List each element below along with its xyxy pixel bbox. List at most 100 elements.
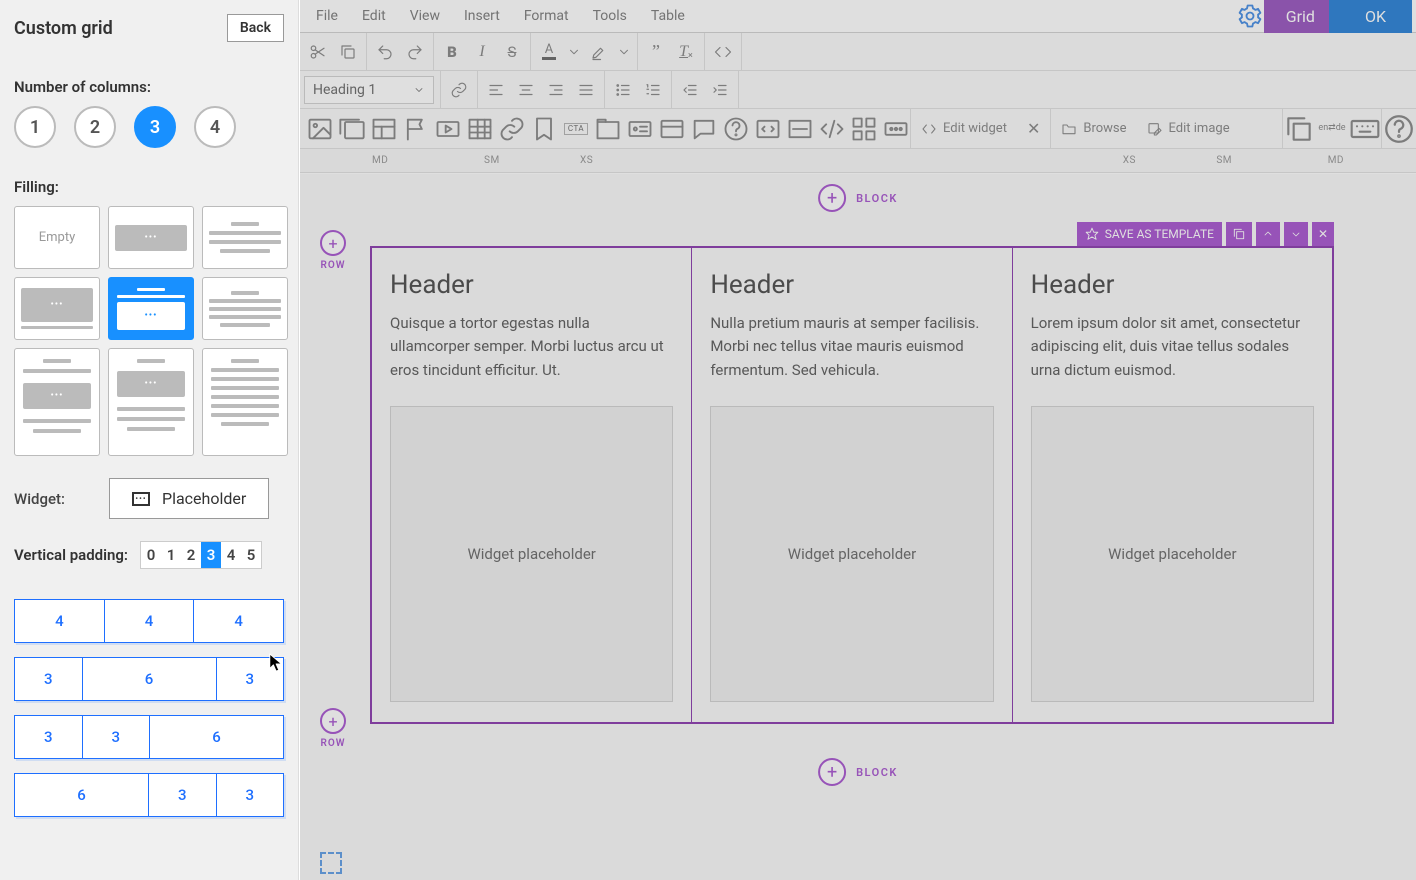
insert-hr-button[interactable] — [786, 115, 814, 143]
menu-table[interactable]: Table — [639, 8, 697, 24]
vpad-2[interactable]: 2 — [181, 542, 201, 568]
insert-tabs-button[interactable] — [594, 115, 622, 143]
code-view-button[interactable] — [711, 40, 735, 64]
back-button[interactable]: Back — [227, 14, 284, 42]
italic-button[interactable]: I — [470, 40, 494, 64]
col1-placeholder[interactable]: Widget placeholder — [390, 406, 673, 702]
filling-tall-2[interactable]: ••• — [108, 348, 194, 456]
filling-tall-3[interactable] — [202, 348, 288, 456]
menu-view[interactable]: View — [398, 8, 452, 24]
duplicate-button[interactable] — [1283, 113, 1315, 145]
bullet-list-button[interactable] — [611, 78, 635, 102]
vpad-3[interactable]: 3 — [201, 542, 221, 568]
widget-select[interactable]: ••• Placeholder — [109, 478, 269, 519]
add-block-top-button[interactable]: + — [818, 184, 846, 212]
insert-help-button[interactable] — [722, 115, 750, 143]
heading-select[interactable]: Heading 1 — [304, 76, 434, 104]
menu-tools[interactable]: Tools — [581, 8, 639, 24]
grid-variant-336[interactable]: 3 3 6 — [14, 715, 284, 759]
add-row-top-button[interactable]: + — [320, 230, 346, 256]
indent-button[interactable] — [708, 78, 732, 102]
filling-header-image[interactable]: ••• — [108, 277, 194, 340]
column-opt-3[interactable]: 3 — [134, 106, 176, 148]
filling-image-only[interactable]: ••• — [108, 206, 194, 269]
edit-widget-button[interactable]: Edit widget — [911, 121, 1017, 137]
help-button[interactable] — [1382, 112, 1416, 146]
keyboard-button[interactable] — [1349, 113, 1381, 145]
row-move-down-button[interactable] — [1284, 222, 1308, 246]
menu-edit[interactable]: Edit — [350, 8, 398, 24]
copy-button[interactable] — [336, 40, 360, 64]
insert-link-button[interactable] — [498, 115, 526, 143]
insert-comment-button[interactable] — [690, 115, 718, 143]
column-opt-2[interactable]: 2 — [74, 106, 116, 148]
redo-button[interactable] — [403, 40, 427, 64]
insert-bookmark-button[interactable] — [530, 115, 558, 143]
insert-flag-button[interactable] — [402, 115, 430, 143]
grid-row[interactable]: Header Quisque a tortor egestas nulla ul… — [370, 246, 1334, 724]
grid-mode-button[interactable]: Grid — [1264, 0, 1329, 33]
blockquote-button[interactable]: ” — [644, 40, 668, 64]
grid-variant-363[interactable]: 3 6 3 — [14, 657, 284, 701]
col3-placeholder[interactable]: Widget placeholder — [1031, 406, 1314, 702]
grid-column-1[interactable]: Header Quisque a tortor egestas nulla ul… — [372, 248, 692, 722]
selection-tool[interactable] — [320, 852, 342, 874]
bold-button[interactable]: B — [440, 40, 464, 64]
edit-widget-close[interactable]: ✕ — [1017, 119, 1050, 138]
highlight-button[interactable] — [587, 40, 611, 64]
row-delete-button[interactable]: ✕ — [1312, 222, 1334, 246]
numbered-list-button[interactable] — [641, 78, 665, 102]
translate-button[interactable]: en⇄de — [1315, 124, 1349, 133]
vpad-5[interactable]: 5 — [241, 542, 261, 568]
undo-button[interactable] — [373, 40, 397, 64]
filling-text-lines[interactable] — [202, 206, 288, 269]
align-left-button[interactable] — [484, 78, 508, 102]
edit-image-button[interactable]: Edit image — [1137, 121, 1240, 137]
grid-variant-633[interactable]: 6 3 3 — [14, 773, 284, 817]
insert-layout-button[interactable] — [370, 115, 398, 143]
row-duplicate-button[interactable] — [1226, 222, 1252, 246]
insert-card-button[interactable] — [626, 115, 654, 143]
cut-button[interactable] — [306, 40, 330, 64]
strikethrough-button[interactable]: S — [500, 40, 524, 64]
add-row-bottom-button[interactable]: + — [320, 708, 346, 734]
insert-embed-button[interactable] — [754, 115, 782, 143]
insert-video-button[interactable] — [434, 115, 462, 143]
settings-button[interactable] — [1236, 2, 1264, 30]
text-color-dropdown[interactable] — [567, 40, 581, 64]
browse-button[interactable]: Browse — [1051, 121, 1136, 137]
ok-button[interactable]: OK — [1329, 0, 1412, 33]
filling-image-caption[interactable]: ••• — [14, 277, 100, 340]
align-right-button[interactable] — [544, 78, 568, 102]
column-opt-4[interactable]: 4 — [194, 106, 236, 148]
filling-empty[interactable]: Empty — [14, 206, 100, 269]
clear-format-button[interactable]: T× — [674, 40, 698, 64]
filling-header-text[interactable] — [202, 277, 288, 340]
insert-panel-button[interactable] — [658, 115, 686, 143]
vpad-4[interactable]: 4 — [221, 542, 241, 568]
menu-insert[interactable]: Insert — [452, 8, 512, 24]
insert-table-button[interactable] — [466, 115, 494, 143]
align-justify-button[interactable] — [574, 78, 598, 102]
outdent-button[interactable] — [678, 78, 702, 102]
insert-cta-button[interactable]: CTA — [562, 123, 590, 135]
grid-variant-444[interactable]: 4 4 4 — [14, 599, 284, 643]
col2-placeholder[interactable]: Widget placeholder — [710, 406, 993, 702]
menu-format[interactable]: Format — [512, 8, 581, 24]
save-as-template-button[interactable]: SAVE AS TEMPLATE — [1077, 222, 1222, 246]
link-button[interactable] — [447, 78, 471, 102]
row-move-up-button[interactable] — [1256, 222, 1280, 246]
vpad-0[interactable]: 0 — [141, 542, 161, 568]
insert-gallery-button[interactable] — [338, 115, 366, 143]
vpad-1[interactable]: 1 — [161, 542, 181, 568]
text-color-button[interactable]: A — [537, 40, 561, 64]
menu-file[interactable]: File — [304, 8, 350, 24]
highlight-dropdown[interactable] — [617, 40, 631, 64]
column-opt-1[interactable]: 1 — [14, 106, 56, 148]
grid-column-2[interactable]: Header Nulla pretium mauris at semper fa… — [692, 248, 1012, 722]
insert-more-button[interactable] — [882, 115, 910, 143]
add-block-bottom-button[interactable]: + — [818, 758, 846, 786]
insert-image-button[interactable] — [306, 115, 334, 143]
insert-snippet-button[interactable] — [818, 115, 846, 143]
align-center-button[interactable] — [514, 78, 538, 102]
